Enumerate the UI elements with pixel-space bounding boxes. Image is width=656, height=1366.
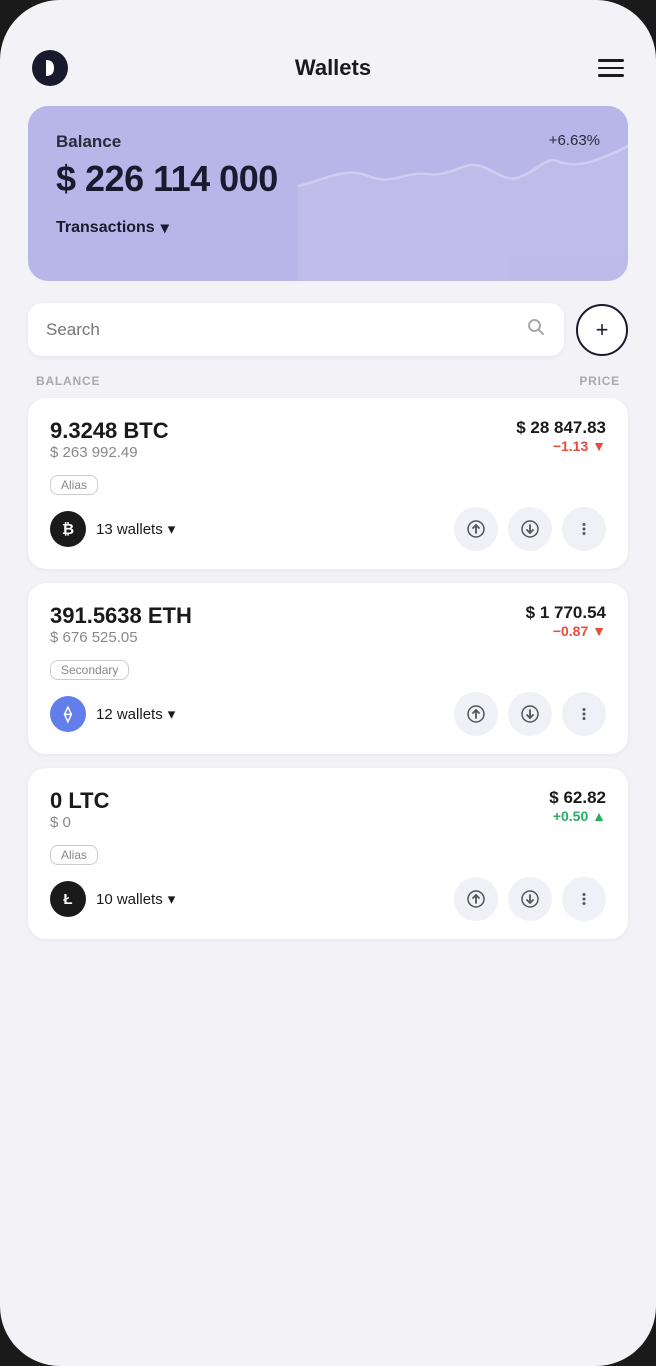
chevron-down-icon: ▾ <box>168 705 176 723</box>
eth-alias: Secondary <box>50 660 129 680</box>
eth-price: $ 1 770.54 <box>526 603 606 623</box>
ltc-bottom: Ł 10 wallets ▾ <box>50 877 606 921</box>
btc-identity: ₿ 13 wallets ▾ <box>50 511 175 547</box>
eth-actions <box>454 692 606 736</box>
coin-top-eth: 391.5638 ETH $ 676 525.05 $ 1 770.54 −0.… <box>50 603 606 656</box>
price-col-header: PRICE <box>579 374 620 388</box>
more-icon <box>575 890 593 908</box>
eth-more-button[interactable] <box>562 692 606 736</box>
coin-top-btc: 9.3248 BTC $ 263 992.49 $ 28 847.83 −1.1… <box>50 418 606 471</box>
eth-logo: ⟠ <box>50 696 86 732</box>
eth-bottom: ⟠ 12 wallets ▾ <box>50 692 606 736</box>
btc-bottom: ₿ 13 wallets ▾ <box>50 507 606 551</box>
btc-wallets[interactable]: 13 wallets ▾ <box>96 520 175 538</box>
search-icon <box>526 317 546 342</box>
btc-price-col: $ 28 847.83 −1.13 ▼ <box>516 418 606 454</box>
page-title: Wallets <box>295 55 371 81</box>
balance-col-header: BALANCE <box>36 374 100 388</box>
more-icon <box>575 520 593 538</box>
receive-icon <box>521 705 539 723</box>
btc-change: −1.13 ▼ <box>516 438 606 454</box>
balance-card: Balance +6.63% $ 226 114 000 Transaction… <box>28 106 628 281</box>
coin-top-ltc: 0 LTC $ 0 $ 62.82 +0.50 ▲ <box>50 788 606 841</box>
menu-button[interactable] <box>598 59 624 77</box>
ltc-price-col: $ 62.82 +0.50 ▲ <box>549 788 606 824</box>
btc-price: $ 28 847.83 <box>516 418 606 438</box>
eth-price-col: $ 1 770.54 −0.87 ▼ <box>526 603 606 639</box>
eth-identity: ⟠ 12 wallets ▾ <box>50 696 175 732</box>
eth-send-button[interactable] <box>454 692 498 736</box>
coin-amount-btc: 9.3248 BTC $ 263 992.49 <box>50 418 169 471</box>
phone-frame: Wallets Balance +6.63% $ 226 114 000 Tra… <box>0 0 656 1366</box>
ltc-send-button[interactable] <box>454 877 498 921</box>
receive-icon <box>521 520 539 538</box>
balance-label: Balance <box>56 132 121 152</box>
coin-list: 9.3248 BTC $ 263 992.49 $ 28 847.83 −1.1… <box>28 398 628 939</box>
search-row: + <box>28 303 628 356</box>
transactions-button[interactable]: Transactions ▾ <box>56 218 169 238</box>
chevron-down-icon: ▾ <box>168 520 176 538</box>
btc-alias: Alias <box>50 475 98 495</box>
ltc-more-button[interactable] <box>562 877 606 921</box>
header: Wallets <box>28 50 628 86</box>
btc-more-button[interactable] <box>562 507 606 551</box>
ltc-amount: 0 LTC <box>50 788 109 814</box>
send-icon <box>467 520 485 538</box>
eth-wallets[interactable]: 12 wallets ▾ <box>96 705 175 723</box>
btc-receive-button[interactable] <box>508 507 552 551</box>
eth-amount: 391.5638 ETH <box>50 603 192 629</box>
send-icon <box>467 705 485 723</box>
ltc-alias: Alias <box>50 845 98 865</box>
ltc-wallets[interactable]: 10 wallets ▾ <box>96 890 175 908</box>
ltc-logo: Ł <box>50 881 86 917</box>
coin-card-ltc: 0 LTC $ 0 $ 62.82 +0.50 ▲ Alias Ł 10 wal… <box>28 768 628 939</box>
btc-actions <box>454 507 606 551</box>
chevron-down-icon: ▾ <box>161 218 169 238</box>
btc-amount: 9.3248 BTC <box>50 418 169 444</box>
coin-amount-ltc: 0 LTC $ 0 <box>50 788 109 841</box>
chevron-down-icon: ▾ <box>168 890 176 908</box>
column-headers: BALANCE PRICE <box>28 374 628 398</box>
eth-usd: $ 676 525.05 <box>50 629 192 646</box>
sparkline-chart <box>298 106 628 281</box>
ltc-usd: $ 0 <box>50 814 109 831</box>
eth-receive-button[interactable] <box>508 692 552 736</box>
ltc-price: $ 62.82 <box>549 788 606 808</box>
search-box <box>28 303 564 356</box>
ltc-identity: Ł 10 wallets ▾ <box>50 881 175 917</box>
ltc-actions <box>454 877 606 921</box>
eth-change: −0.87 ▼ <box>526 623 606 639</box>
add-wallet-button[interactable]: + <box>576 304 628 356</box>
ltc-change: +0.50 ▲ <box>549 808 606 824</box>
btc-usd: $ 263 992.49 <box>50 444 169 461</box>
coin-amount-eth: 391.5638 ETH $ 676 525.05 <box>50 603 192 656</box>
transactions-label: Transactions <box>56 219 155 237</box>
coin-card-eth: 391.5638 ETH $ 676 525.05 $ 1 770.54 −0.… <box>28 583 628 754</box>
receive-icon <box>521 890 539 908</box>
btc-send-button[interactable] <box>454 507 498 551</box>
logo-icon <box>32 50 68 86</box>
more-icon <box>575 705 593 723</box>
ltc-receive-button[interactable] <box>508 877 552 921</box>
btc-logo: ₿ <box>50 511 86 547</box>
search-input[interactable] <box>46 320 514 340</box>
coin-card-btc: 9.3248 BTC $ 263 992.49 $ 28 847.83 −1.1… <box>28 398 628 569</box>
send-icon <box>467 890 485 908</box>
